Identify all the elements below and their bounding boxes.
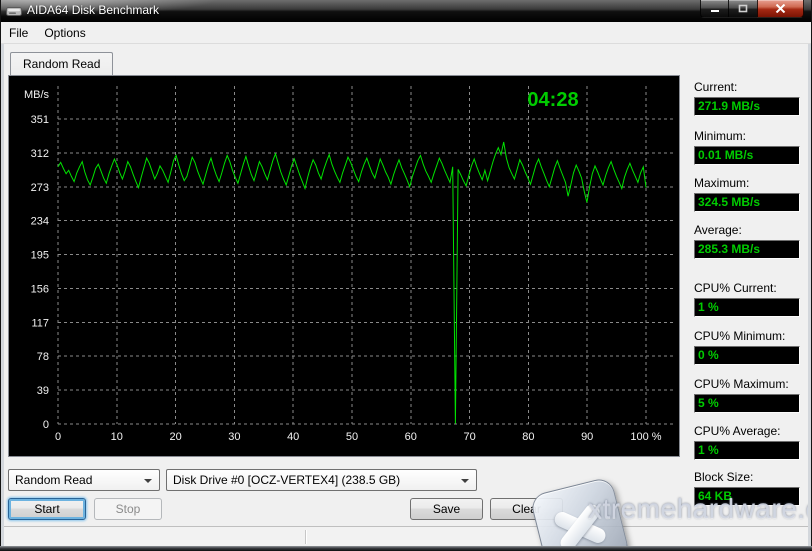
stat-cpu-current: CPU% Current: 1 % [694,281,800,317]
svg-text:20: 20 [169,431,181,443]
svg-text:0: 0 [43,419,49,431]
stat-cpu-minimum: CPU% Minimum: 0 % [694,329,800,365]
window-title: AIDA64 Disk Benchmark [27,3,159,17]
svg-text:90: 90 [581,431,593,443]
svg-text:100 %: 100 % [630,431,661,443]
status-bar-divider [305,530,306,544]
window-frame-bottom [0,546,812,551]
svg-text:70: 70 [463,431,475,443]
stat-average: Average: 285.3 MB/s [694,223,800,259]
stat-label: CPU% Maximum: [694,377,800,391]
menu-bar: File Options [1,22,811,44]
svg-text:234: 234 [31,216,49,228]
menu-file[interactable]: File [1,23,36,43]
stat-label: CPU% Average: [694,424,800,438]
svg-text:117: 117 [31,317,49,329]
test-type-select[interactable]: Random Read [8,469,160,491]
svg-text:195: 195 [31,250,49,262]
svg-text:10: 10 [111,431,123,443]
svg-text:156: 156 [31,283,49,295]
chevron-down-icon [461,479,469,483]
close-button[interactable] [757,0,804,18]
minimize-icon [710,4,720,13]
title-bar: AIDA64 Disk Benchmark [0,0,812,22]
svg-text:0: 0 [55,431,61,443]
test-type-value: Random Read [15,473,92,487]
save-button[interactable]: Save [410,498,483,520]
stat-value: 324.5 MB/s [694,193,800,212]
stat-label: Current: [694,80,800,94]
stat-value: 271.9 MB/s [694,97,800,116]
svg-text:312: 312 [31,148,49,160]
app-window: AIDA64 Disk Benchmark File Options Rando… [0,0,812,551]
svg-text:MB/s: MB/s [24,89,50,101]
status-bar [1,526,811,547]
stat-value: 1 % [694,441,800,460]
svg-text:273: 273 [31,182,49,194]
disk-drive-select[interactable]: Disk Drive #0 [OCZ-VERTEX4] (238.5 GB) [166,469,477,491]
stop-button[interactable]: Stop [94,498,162,520]
close-icon [775,4,786,13]
disk-drive-value: Disk Drive #0 [OCZ-VERTEX4] (238.5 GB) [173,473,400,487]
stat-label: Minimum: [694,129,800,143]
stat-value: 5 % [694,394,800,413]
stat-label: Block Size: [694,470,800,484]
main-content: Random Read 0 39 78 117 156 195 234 273 312 351 0 1… [0,44,812,551]
clear-button[interactable]: Clear [490,498,563,520]
maximize-button[interactable] [729,0,757,18]
svg-text:39: 39 [37,385,49,397]
stat-maximum: Maximum: 324.5 MB/s [694,176,800,212]
stat-value: 0.01 MB/s [694,146,800,165]
stat-value: 1 % [694,298,800,317]
menu-options[interactable]: Options [36,23,93,43]
svg-text:30: 30 [228,431,240,443]
start-button[interactable]: Start [8,498,86,520]
stat-label: Average: [694,223,800,237]
minimize-button[interactable] [700,0,729,18]
window-frame-right-inner [808,44,811,547]
svg-text:80: 80 [522,431,534,443]
stat-label: Maximum: [694,176,800,190]
stat-cpu-average: CPU% Average: 1 % [694,424,800,460]
svg-text:351: 351 [31,114,49,126]
window-frame-left-inner [1,44,4,547]
stat-label: CPU% Current: [694,281,800,295]
svg-text:40: 40 [287,431,299,443]
stat-value: 285.3 MB/s [694,240,800,259]
stat-minimum: Minimum: 0.01 MB/s [694,129,800,165]
svg-text:50: 50 [346,431,358,443]
disk-drive-icon [6,4,22,18]
svg-text:78: 78 [37,351,49,363]
window-controls [700,0,804,18]
stat-cpu-maximum: CPU% Maximum: 5 % [694,377,800,413]
maximize-icon [738,4,748,13]
tab-random-read[interactable]: Random Read [10,52,113,76]
benchmark-chart: 0 39 78 117 156 195 234 273 312 351 0 10 20 30 40 50 60 7… [8,75,680,457]
stat-block-size: Block Size: 64 KB [694,470,800,506]
stat-current: Current: 271.9 MB/s [694,80,800,116]
chevron-down-icon [144,479,152,483]
stat-value: 0 % [694,346,800,365]
stat-label: CPU% Minimum: [694,329,800,343]
svg-text:60: 60 [405,431,417,443]
stat-value: 64 KB [694,487,800,506]
svg-text:04:28: 04:28 [527,89,578,111]
